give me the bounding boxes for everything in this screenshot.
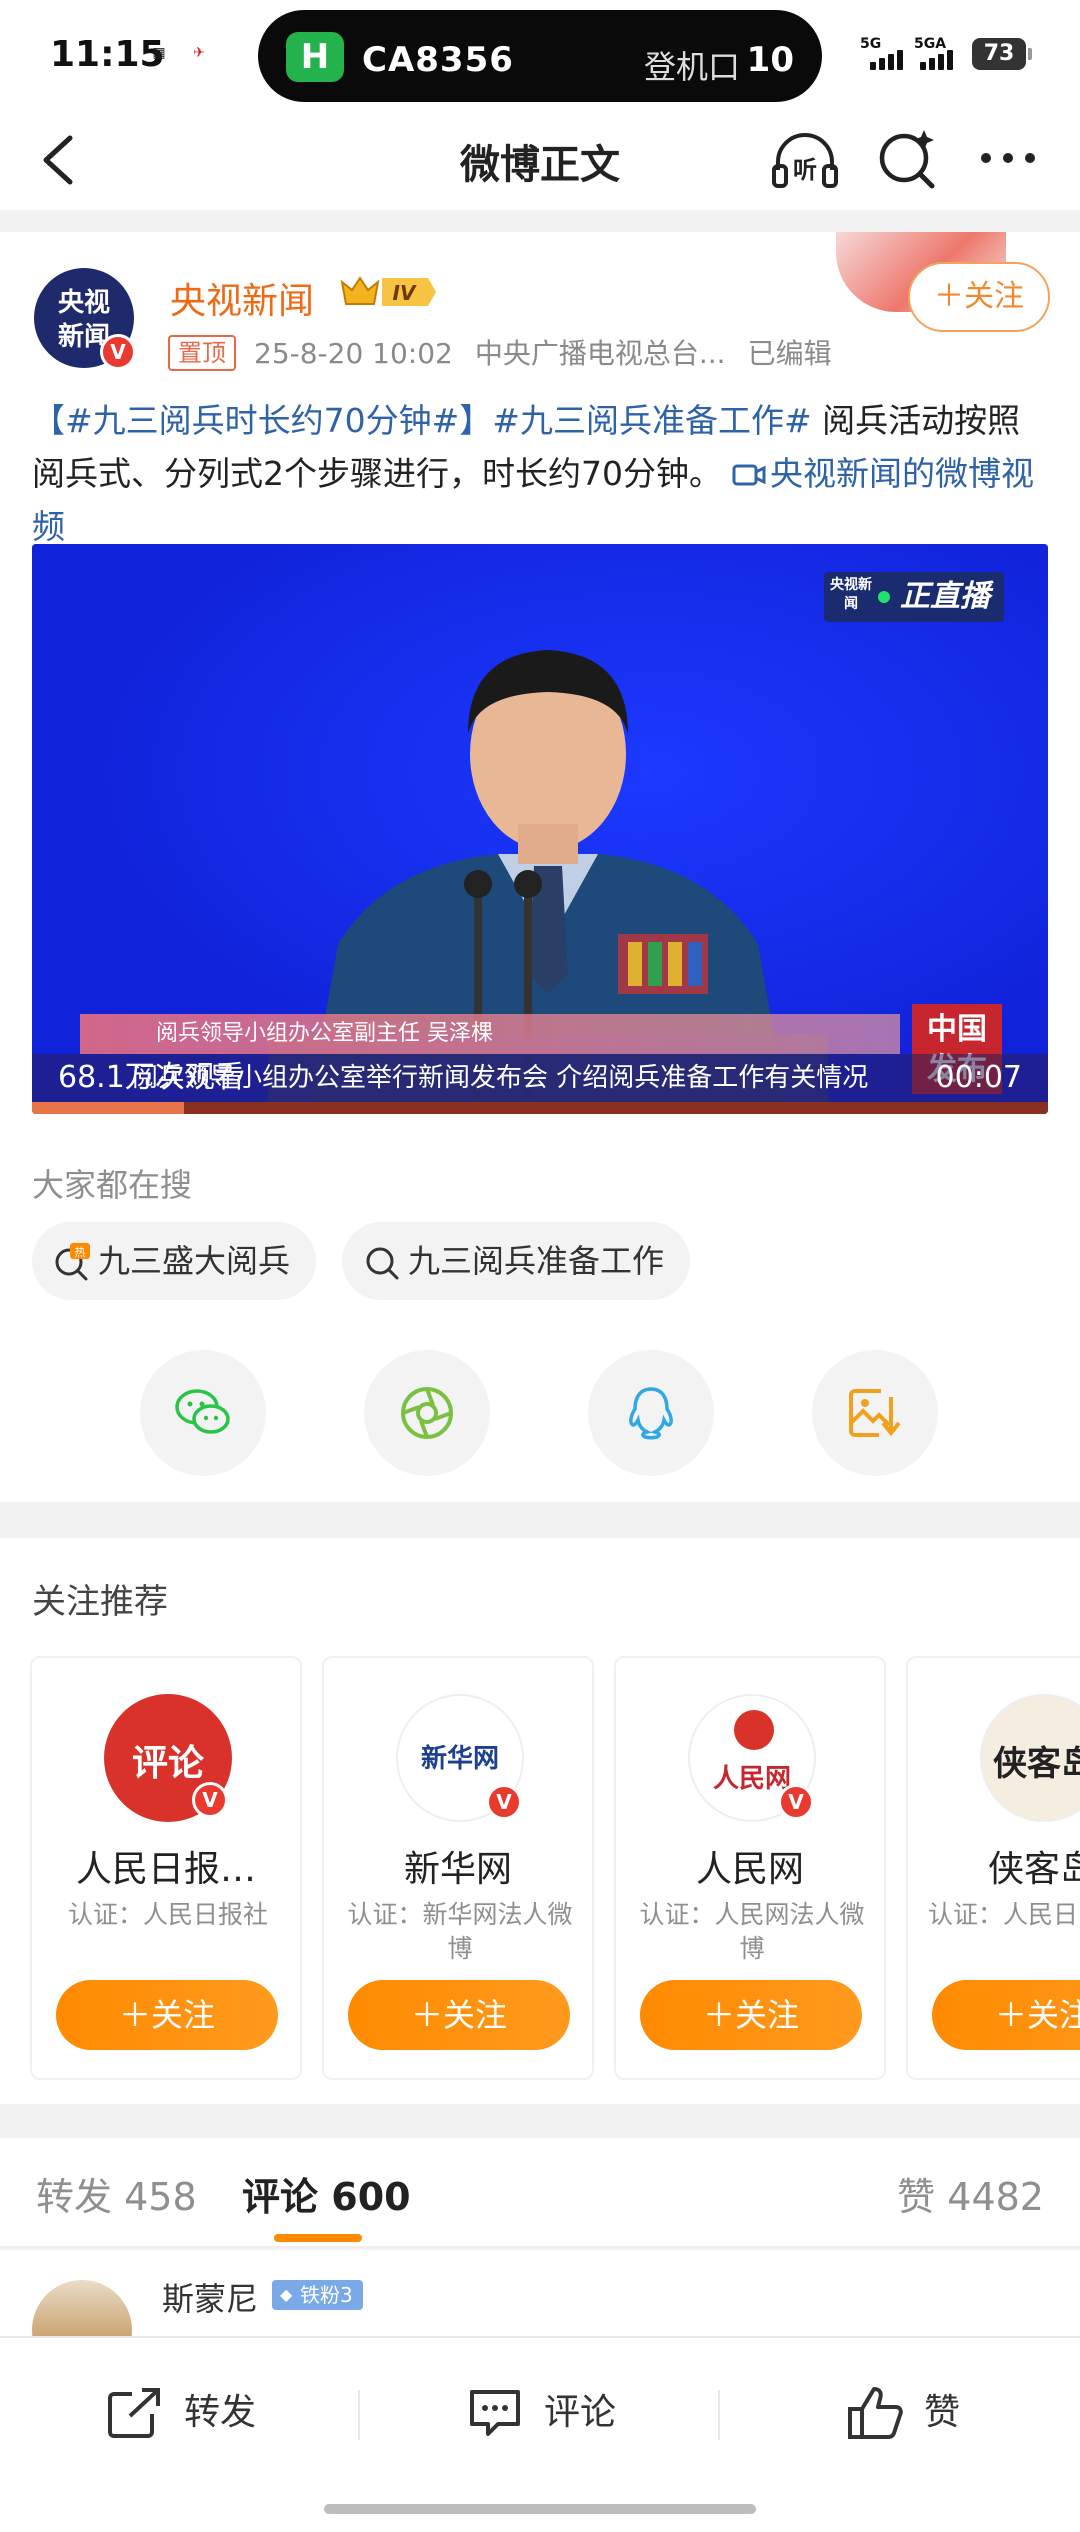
video-progress-bar[interactable] — [32, 1102, 1048, 1114]
tab-like[interactable]: 赞 4482 — [897, 2166, 1044, 2221]
recommend-follow-button[interactable]: ＋关注 — [932, 1980, 1080, 2050]
post-meta: 置顶 25-8-20 10:02 中央广播电视总台... 已编辑 — [168, 332, 832, 372]
save-image-button[interactable] — [812, 1350, 938, 1476]
post-time: 25-8-20 10:02 — [254, 337, 453, 370]
hot-search-icon: 热 — [55, 1243, 90, 1281]
flight-live-activity[interactable]: H CA8356 登机口 10 — [258, 10, 822, 102]
recommend-cert: 认证：人民日 — [928, 1900, 1079, 1929]
listen-icon[interactable]: 听 — [770, 126, 840, 196]
listen-label: 听 — [793, 156, 817, 184]
recommend-avatar: 评论 V — [104, 1694, 232, 1822]
airline-icon: ✈ — [193, 45, 205, 61]
video-duration: 00:07 — [935, 1060, 1022, 1095]
recommend-avatar: 侠客岛 — [980, 1694, 1080, 1822]
recommend-follow-button[interactable]: ＋关注 — [348, 1980, 570, 2050]
flight-app-icon: H — [286, 32, 344, 82]
recommend-card[interactable]: 人民网 V 人民网 认证：人民网法人微博 ＋关注 — [614, 1656, 886, 2080]
author-avatar[interactable]: 央视 新闻 V — [34, 268, 136, 370]
repost-button[interactable]: 转发 — [106, 2384, 256, 2441]
repost-icon — [108, 2388, 160, 2438]
live-badge: 央视新闻 正直播 — [824, 572, 1004, 622]
recommend-name: 侠客岛 — [987, 1849, 1080, 1890]
share-wechat-button[interactable] — [140, 1350, 266, 1476]
recommend-card[interactable]: 侠客岛 侠客岛 认证：人民日 ＋关注 — [906, 1656, 1080, 2080]
comment-button[interactable]: 评论 — [466, 2384, 616, 2441]
comment-icon — [470, 2390, 520, 2436]
author-name[interactable]: 央视新闻 — [170, 272, 314, 324]
pinned-badge: 置顶 — [168, 335, 236, 371]
battery-indicator: 73 — [972, 38, 1032, 70]
svg-text:热: 热 — [75, 1246, 86, 1259]
topic-link-2[interactable]: #九三阅兵准备工作# — [492, 401, 811, 440]
recommend-cert: 认证：人民日报社 — [67, 1900, 268, 1929]
post-source: 中央广播电视总台... — [474, 337, 726, 370]
speaker-name-caption: 阅兵领导小组办公室副主任 吴泽棵 — [80, 1014, 900, 1054]
topic-link-1[interactable]: 【#九三阅兵时长约70分钟#】 — [32, 401, 492, 440]
recommend-cert: 认证：人民网法人微博 — [639, 1900, 865, 1963]
video-icon — [732, 464, 766, 486]
nav-bar: 微博正文 听 — [0, 110, 1080, 210]
recommend-name: 人民网 — [695, 1849, 804, 1890]
gate-label: 登机口 — [643, 48, 740, 86]
share-moments-button[interactable] — [364, 1350, 490, 1476]
wechat-icon — [175, 1389, 230, 1434]
recommend-name: 人民日报… — [75, 1849, 256, 1890]
recommend-cert: 认证：新华网法人微博 — [347, 1900, 573, 1963]
verified-icon: V — [192, 1782, 228, 1818]
level-text: IV — [393, 281, 417, 305]
tab-comment[interactable]: 评论 600 — [242, 2166, 411, 2221]
recommend-avatar: 新华网 V — [396, 1694, 524, 1822]
verified-icon: V — [100, 334, 136, 370]
view-count: 68.1万次观看 — [58, 1060, 245, 1095]
verified-icon: V — [778, 1784, 814, 1820]
recommend-card[interactable]: 评论 V 人民日报… 认证：人民日报社 ＋关注 — [30, 1656, 302, 2080]
comment-item[interactable]: 斯蒙尼 铁粉3 — [0, 2250, 1080, 2340]
flight-number: CA8356 — [362, 40, 514, 80]
more-icon[interactable] — [978, 138, 1038, 178]
ai-search-icon[interactable] — [874, 126, 940, 192]
thumbs-up-icon — [848, 2387, 903, 2439]
recommend-card[interactable]: 新华网 V 新华网 认证：新华网法人微博 ＋关注 — [322, 1656, 594, 2080]
signal-icon-2 — [920, 48, 960, 70]
hot-search-chip-1[interactable]: 热 九三盛大阅兵 — [32, 1222, 317, 1300]
signal-icon-1 — [870, 48, 910, 70]
hot-search-title: 大家都在搜 — [32, 1166, 193, 1204]
commenter-name[interactable]: 斯蒙尼 — [162, 2274, 258, 2320]
calendar-icon: ▦ — [152, 45, 166, 61]
recommend-title: 关注推荐 — [32, 1582, 168, 1622]
like-button[interactable]: 赞 — [846, 2384, 960, 2441]
recommend-avatar: 人民网 V — [688, 1694, 816, 1822]
hot-search-chip-2[interactable]: 九三阅兵准备工作 — [342, 1222, 691, 1300]
save-image-icon — [849, 1389, 901, 1437]
interaction-tabs: 转发 458 评论 600 赞 4482 — [0, 2138, 1080, 2248]
active-tab-indicator — [274, 2234, 362, 2242]
recommend-follow-button[interactable]: ＋关注 — [640, 1980, 862, 2050]
commenter-avatar[interactable] — [32, 2280, 132, 2340]
home-indicator — [324, 2504, 756, 2514]
post-body: 【#九三阅兵时长约70分钟#】#九三阅兵准备工作# 阅兵活动按照阅兵式、分列式2… — [32, 394, 1052, 553]
fan-badge: 铁粉3 — [272, 2280, 363, 2310]
recommend-follow-button[interactable]: ＋关注 — [56, 1980, 278, 2050]
share-qq-button[interactable] — [588, 1350, 714, 1476]
recommend-name: 新华网 — [403, 1849, 512, 1890]
follow-recommendations: 关注推荐 评论 V 人民日报… 认证：人民日报社 ＋关注 新华网 V 新华网 认… — [0, 1538, 1080, 2104]
edited-label: 已编辑 — [747, 337, 832, 370]
status-bar: 11:15 ▦ ✈ H CA8356 登机口 10 5G 5GA 73 — [0, 0, 1080, 110]
qq-icon — [629, 1387, 673, 1440]
tab-repost[interactable]: 转发 458 — [36, 2166, 197, 2221]
bottom-action-bar: 转发 评论 赞 — [0, 2336, 1080, 2532]
gate-number: 10 — [746, 40, 794, 80]
follow-button[interactable]: ＋关注 — [908, 262, 1050, 332]
search-icon — [366, 1247, 399, 1280]
verified-icon: V — [486, 1784, 522, 1820]
moments-icon — [401, 1387, 453, 1439]
level-crown-badge: IV — [340, 276, 436, 306]
live-text: 正直播 — [900, 579, 990, 614]
video-player[interactable]: 央视新闻 正直播 阅兵领导小组办公室副主任 吴泽棵 中国发布 — [32, 544, 1048, 1114]
post-card: 央视 新闻 V 央视新闻 IV ＋关注 置顶 25-8-20 10:02 中央广播电… — [0, 232, 1080, 1502]
cctv-news-logo: 央视新闻 — [830, 577, 872, 612]
